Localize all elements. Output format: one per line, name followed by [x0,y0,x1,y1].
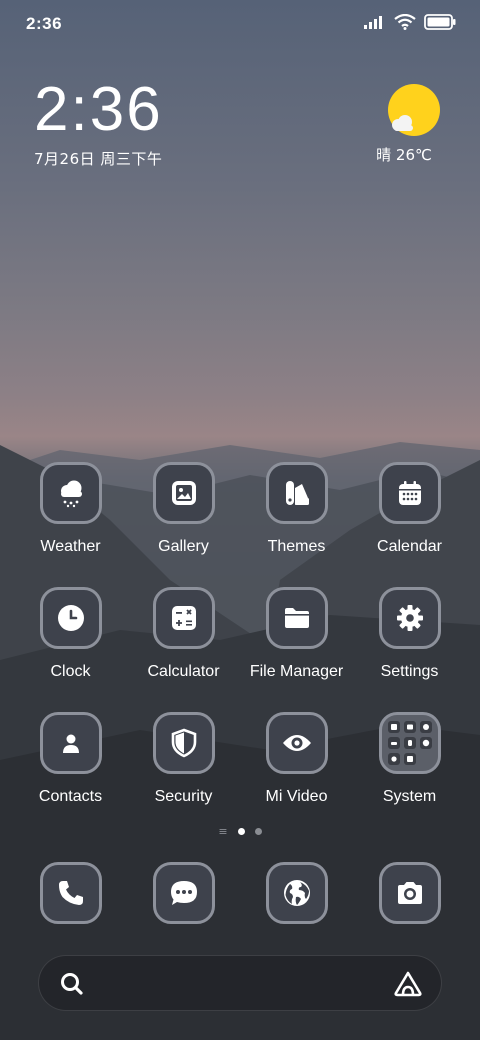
app-label: Security [154,788,213,805]
dock [14,862,466,924]
app-mi-video[interactable]: Mi Video [240,712,353,837]
camera-icon [378,862,441,924]
calculator-icon [152,587,215,649]
folder-grid-icon [378,712,441,774]
wifi-icon [394,14,416,30]
weather-widget[interactable]: 晴 26℃ [376,84,444,165]
app-label: Gallery [158,538,209,555]
page-dot[interactable] [254,828,262,835]
app-label: Contacts [38,788,103,805]
shield-icon [152,712,215,774]
app-calendar[interactable]: Calendar [353,462,466,587]
clock-widget[interactable]: 2:36 7月26日 周三下午 [34,78,163,169]
app-grid: Weather Gallery Themes Calendar Clock Ca… [14,462,466,837]
app-calculator[interactable]: Calculator [127,587,240,712]
app-label: Settings [380,663,439,680]
app-settings[interactable]: Settings [353,587,466,712]
themes-icon [265,462,328,524]
page-indicator[interactable]: ≡ [0,826,480,837]
app-label: Themes [267,538,326,555]
calendar-icon [378,462,441,524]
dock-phone[interactable] [14,862,127,924]
app-label: Calendar [377,538,442,555]
app-label: Clock [50,663,91,680]
eye-icon [265,712,328,774]
message-icon [152,862,215,924]
search-bar[interactable] [38,955,442,1011]
app-label: Weather [40,538,101,555]
dock-browser[interactable] [240,862,353,924]
app-drawer-menu-icon[interactable]: ≡ [218,826,227,837]
app-gallery[interactable]: Gallery [127,462,240,587]
phone-icon [39,862,102,924]
battery-icon [424,14,456,30]
app-security[interactable]: Security [127,712,240,837]
app-system-folder[interactable]: System [353,712,466,837]
folder-icon [265,587,328,649]
app-contacts[interactable]: Contacts [14,712,127,837]
status-icons [364,14,456,30]
app-themes[interactable]: Themes [240,462,353,587]
app-label: System [382,788,437,805]
search-icon[interactable] [59,971,85,1001]
browser-icon [265,862,328,924]
app-weather[interactable]: Weather [14,462,127,587]
page-dot-active[interactable] [237,828,245,835]
sun-cloud-icon [388,84,440,136]
clock-icon [39,587,102,649]
dock-camera[interactable] [353,862,466,924]
app-file-manager[interactable]: File Manager [240,587,353,712]
assistant-icon[interactable] [393,970,423,1002]
signal-icon [364,16,382,29]
app-clock[interactable]: Clock [14,587,127,712]
gear-icon [378,587,441,649]
weather-text: 晴 26℃ [376,146,432,164]
status-time: 2:36 [26,14,63,33]
gallery-icon [152,462,215,524]
status-bar: 2:36 [0,0,480,50]
clock-widget-time: 2:36 [34,75,163,144]
weather-icon [39,462,102,524]
contacts-icon [39,712,102,774]
app-label: File Manager [249,663,344,680]
dock-messages[interactable] [127,862,240,924]
app-label: Mi Video [265,788,328,805]
clock-widget-date: 7月26日 周三下午 [34,150,163,168]
app-label: Calculator [147,663,220,680]
